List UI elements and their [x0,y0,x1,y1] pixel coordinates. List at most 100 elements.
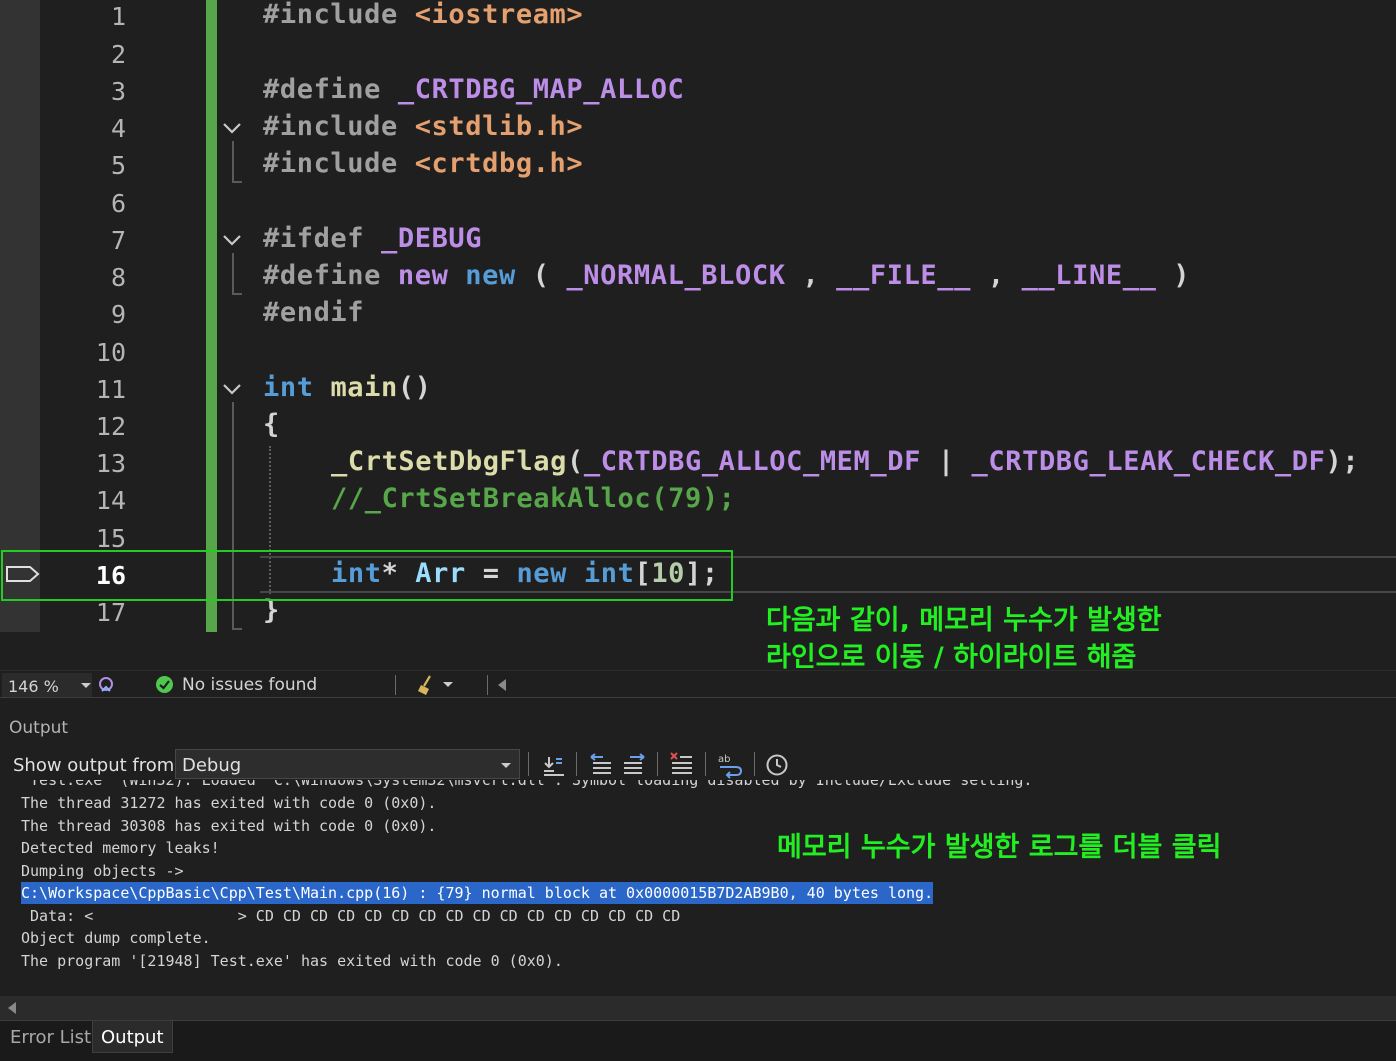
next-message-icon[interactable] [620,751,648,779]
zoom-dropdown[interactable]: 146 % [2,673,92,697]
code-line-8[interactable]: #define new new ( _NORMAL_BLOCK , __FILE… [263,257,1190,294]
code-token: <stdlib.h> [414,111,584,142]
code-token: #define [263,74,381,105]
code-line-1[interactable]: #include <iostream> [263,0,583,33]
word-wrap-icon[interactable]: ab [716,751,744,779]
code-cleanup-broom-icon[interactable] [416,674,438,696]
change-tracking-bar [206,0,217,632]
find-message-in-code-icon[interactable] [540,751,568,779]
check-circle-icon [156,676,173,693]
editor-status-bar: 146 % No issues found [0,670,1396,698]
output-line-selected[interactable]: C:\Workspace\CppBasic\Cpp\Test\Main.cpp(… [21,882,934,904]
code-token: ); [1325,446,1360,477]
output-line[interactable]: Data: < > CD CD CD CD CD CD CD CD CD CD … [21,905,680,927]
code-token: _CRTDBG_LEAK_CHECK_DF [971,446,1326,477]
outline-line [232,141,234,183]
code-token: __LINE__ [1021,260,1157,291]
output-line[interactable]: 'Test.exe' (Win32): Loaded 'C:\Windows\S… [21,780,1032,791]
code-line-5[interactable]: #include <crtdbg.h> [263,145,583,182]
code-token: #include [263,111,398,142]
chevron-down-icon[interactable] [443,682,453,687]
code-token: #endif [263,297,365,328]
indicator-margin[interactable] [0,0,40,632]
output-line[interactable]: The program '[21948] Test.exe' has exite… [21,950,563,972]
output-source-value: Debug [182,755,242,776]
line-number: 4 [110,114,126,143]
issues-status[interactable]: No issues found [182,675,317,695]
chevron-down-icon[interactable] [221,378,243,400]
code-token: main [330,372,398,403]
line-number: 1 [110,2,126,31]
line-number: 7 [110,226,126,255]
chevron-down-icon[interactable] [221,229,243,251]
divider [528,752,529,776]
code-token: _CrtSetDbgFlag [331,446,567,477]
chevron-down-icon [81,683,91,688]
scroll-left-icon[interactable] [498,679,506,691]
output-panel: Output Show output from: Debug ab 'Test.… [0,710,1396,1020]
outline-end [232,181,242,183]
code-line-14[interactable]: //_CrtSetBreakAlloc(79); [331,480,736,517]
output-line[interactable]: Detected memory leaks! [21,837,220,859]
line-number: 13 [95,449,126,478]
output-line[interactable]: Dumping objects -> [21,860,184,882]
code-line-9[interactable]: #endif [263,294,364,331]
clock-icon[interactable] [764,751,792,779]
output-line[interactable]: Object dump complete. [21,927,211,949]
tab-error-list[interactable]: Error List [2,1021,99,1053]
scroll-left-icon[interactable] [8,1002,16,1014]
horizontal-scrollbar[interactable] [0,996,1396,1020]
output-line[interactable]: The thread 31272 has exited with code 0 … [21,792,436,814]
divider [705,752,706,776]
code-token: <crtdbg.h> [414,148,584,179]
line-number: 8 [110,263,126,292]
code-token: , [987,260,1005,291]
panel-title: Output [9,718,69,738]
code-editor[interactable]: 1 2 3 4 5 6 7 8 9 10 11 12 13 14 15 16 1… [0,0,1396,632]
code-token: int [263,372,314,403]
code-token: #include [263,148,398,179]
code-token: ) [1173,260,1191,291]
outline-end [232,293,242,295]
code-token: //_CrtSetBreakAlloc(79); [331,483,736,514]
divider [487,675,488,695]
line-number: 12 [95,412,126,441]
divider [754,752,755,776]
code-line-13[interactable]: _CrtSetDbgFlag(_CRTDBG_ALLOC_MEM_DF | _C… [331,443,1359,480]
output-source-select[interactable]: Debug [175,749,520,779]
intellicode-icon[interactable] [96,675,118,695]
code-token: new [397,260,449,291]
code-token: () [397,372,432,403]
code-line-7[interactable]: #ifdef _DEBUG [263,220,482,257]
code-line-12[interactable]: { [263,406,280,443]
code-token: ( [532,260,550,291]
code-token: #include [263,0,398,30]
code-token: _DEBUG [381,223,483,254]
tool-window-tabs: Error List Output [0,1020,1396,1061]
code-token: #ifdef [263,223,365,254]
line-number: 6 [110,189,126,218]
previous-message-icon[interactable] [587,751,615,779]
annotation-text: 라인으로 이동 / 하이라이트 해줌 [766,642,1137,673]
line-number-gutter: 1 2 3 4 5 6 7 8 9 10 11 12 13 14 15 16 1… [40,0,140,632]
code-token: _CRTDBG_MAP_ALLOC [397,74,685,105]
annotation-text: 메모리 누수가 발생한 로그를 더블 클릭 [777,832,1222,863]
divider [576,752,577,776]
tab-output[interactable]: Output [92,1021,173,1053]
code-token: #define [263,260,381,291]
code-line-4[interactable]: #include <stdlib.h> [263,108,583,145]
code-line-11[interactable]: int main() [263,369,432,406]
code-line-3[interactable]: #define _CRTDBG_MAP_ALLOC [263,71,684,108]
clear-all-icon[interactable] [668,751,696,779]
line-number: 11 [95,375,126,404]
code-token: , [802,260,820,291]
annotation-text: 다음과 같이, 메모리 누수가 발생한 [766,605,1162,632]
line-number: 9 [110,300,126,329]
line-number: 14 [95,486,126,515]
code-token: __FILE__ [836,260,971,291]
output-text-area[interactable]: 'Test.exe' (Win32): Loaded 'C:\Windows\S… [0,780,1396,996]
line-number: 2 [110,40,126,69]
output-line[interactable]: The thread 30308 has exited with code 0 … [21,815,436,837]
outline-line [232,253,234,295]
chevron-down-icon[interactable] [221,117,243,139]
